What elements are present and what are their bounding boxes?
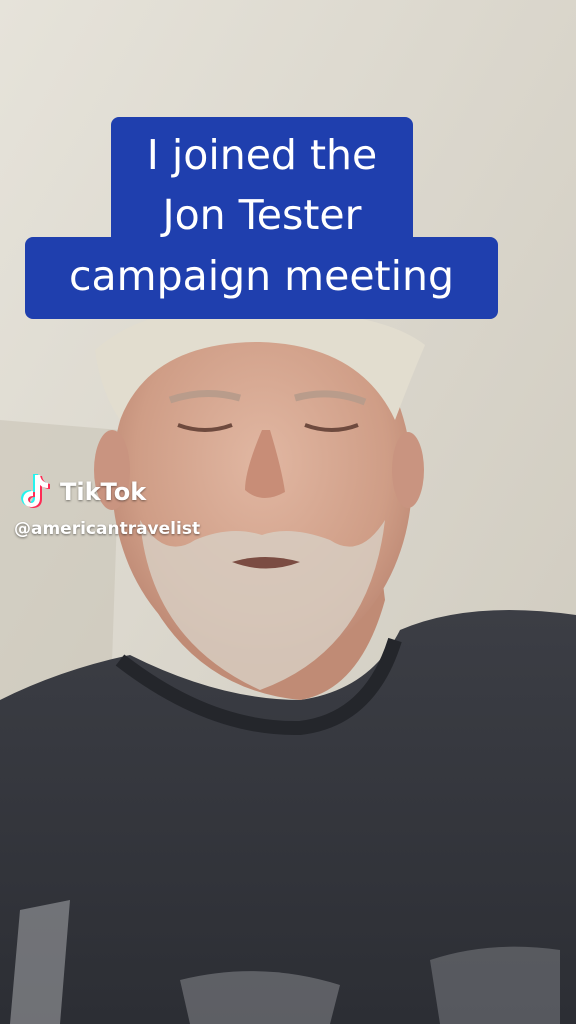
caption-overlay: I joined the Jon Tester campaign meeting	[0, 0, 576, 340]
video-frame[interactable]: I joined the Jon Tester campaign meeting…	[0, 0, 576, 1024]
tiktok-brand-label: TikTok	[60, 478, 147, 506]
tiktok-watermark: TikTok @americantravelist	[14, 470, 274, 550]
caption-line-1: I joined the	[146, 131, 378, 179]
creator-handle: @americantravelist	[14, 519, 201, 539]
tiktok-logo-icon	[21, 474, 50, 508]
caption-line-3: campaign meeting	[68, 252, 455, 300]
caption-line-2: Jon Tester	[162, 191, 362, 239]
